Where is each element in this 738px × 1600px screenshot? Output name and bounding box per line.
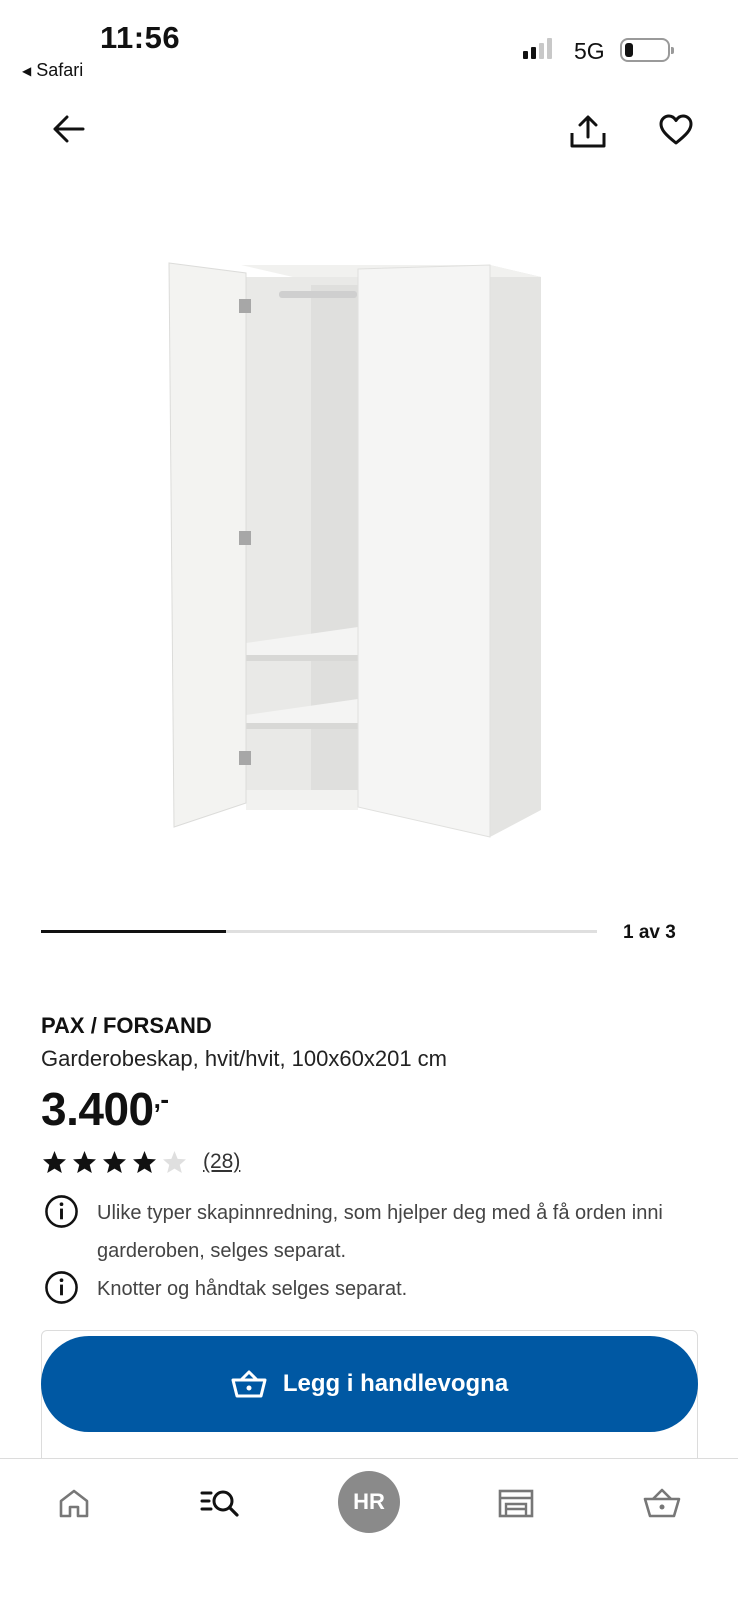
gallery-progress-fill bbox=[41, 930, 227, 933]
star-filled-icon bbox=[133, 1151, 156, 1173]
back-to-safari[interactable]: ◀ Safari bbox=[22, 60, 83, 81]
signal-icon bbox=[523, 38, 552, 59]
back-arrow-icon[interactable] bbox=[45, 105, 93, 153]
product-name[interactable]: PAX / FORSAND bbox=[41, 1013, 212, 1039]
product-image[interactable] bbox=[41, 225, 697, 875]
star-empty-icon bbox=[163, 1151, 186, 1173]
product-description: Garderobeskap, hvit/hvit, 100x60x201 cm bbox=[41, 1046, 448, 1071]
notice-text: Ulike typer skapinnredning, som hjelper … bbox=[97, 1202, 663, 1262]
rating-stars bbox=[41, 1150, 191, 1174]
back-triangle-icon: ◀ bbox=[22, 63, 32, 78]
cart-icon[interactable] bbox=[632, 1473, 692, 1533]
rating[interactable]: (28) bbox=[41, 1150, 240, 1174]
home-icon[interactable] bbox=[44, 1473, 104, 1533]
heart-icon[interactable] bbox=[652, 106, 700, 154]
status-time: 11:56 bbox=[100, 20, 181, 55]
battery-icon bbox=[620, 38, 674, 62]
profile-avatar[interactable]: HR bbox=[338, 1471, 400, 1533]
review-count-link[interactable]: (28) bbox=[203, 1150, 240, 1174]
star-filled-icon bbox=[73, 1151, 96, 1173]
star-filled-icon bbox=[43, 1151, 66, 1173]
store-icon[interactable] bbox=[486, 1473, 546, 1533]
back-app-label: Safari bbox=[36, 60, 84, 80]
bottom-nav: HR bbox=[0, 1458, 738, 1600]
star-filled-icon bbox=[103, 1151, 126, 1173]
product-price: 3.400,- bbox=[41, 1082, 169, 1136]
gallery-progress-bar[interactable] bbox=[41, 930, 597, 933]
info-icon bbox=[45, 1271, 78, 1304]
price-suffix: ,- bbox=[153, 1084, 169, 1114]
notice-knobs: Knotter og håndtak selges separat. bbox=[44, 1270, 687, 1308]
price-value: 3.400 bbox=[41, 1083, 154, 1135]
add-to-cart-button[interactable]: Legg i handlevogna bbox=[41, 1336, 698, 1432]
network-label: 5G bbox=[574, 38, 605, 64]
add-to-cart-label: Legg i handlevogna bbox=[282, 1370, 509, 1397]
info-icon bbox=[45, 1195, 78, 1228]
search-list-icon[interactable] bbox=[190, 1473, 250, 1533]
notice-interior: Ulike typer skapinnredning, som hjelper … bbox=[44, 1194, 687, 1270]
notice-text: Knotter og håndtak selges separat. bbox=[97, 1278, 408, 1300]
gallery-counter: 1 av 3 bbox=[623, 922, 676, 943]
basket-icon bbox=[231, 1370, 267, 1398]
share-icon[interactable] bbox=[564, 108, 612, 156]
